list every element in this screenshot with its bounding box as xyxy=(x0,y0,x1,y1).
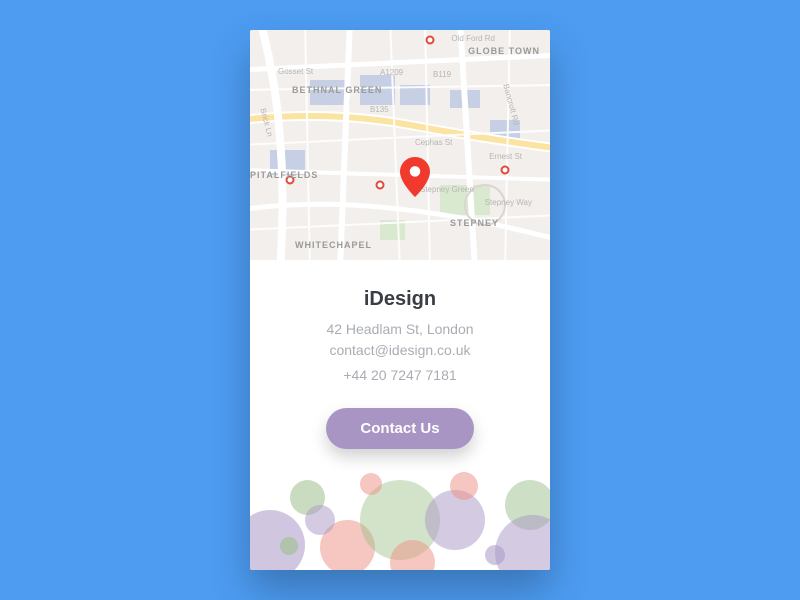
map-view[interactable]: BETHNAL GREEN GLOBE TOWN PITALFIELDS WHI… xyxy=(250,30,550,260)
road-label-b135: B135 xyxy=(370,105,389,114)
contact-us-button[interactable]: Contact Us xyxy=(326,408,473,449)
map-label-whitechapel: WHITECHAPEL xyxy=(295,240,372,250)
company-name: iDesign xyxy=(270,288,530,311)
road-label-old-ford: Old Ford Rd xyxy=(451,34,495,43)
road-label-gosset: Gosset St xyxy=(278,67,313,76)
map-label-spitalfields: PITALFIELDS xyxy=(250,170,318,180)
map-label-stepney: STEPNEY xyxy=(450,218,499,228)
road-label-stepney-way: Stepney Way xyxy=(485,198,532,207)
company-email: contact@idesign.co.uk xyxy=(270,340,530,361)
road-label-stepney-green: Stepney Green xyxy=(420,185,474,194)
bokeh-decoration xyxy=(250,440,550,570)
map-label-globe-town: GLOBE TOWN xyxy=(468,46,540,56)
contact-info: iDesign 42 Headlam St, London contact@id… xyxy=(250,260,550,570)
road-label-cephas: Cephas St xyxy=(415,138,452,147)
company-address: 42 Headlam St, London xyxy=(270,319,530,340)
contact-card: BETHNAL GREEN GLOBE TOWN PITALFIELDS WHI… xyxy=(250,30,550,570)
company-phone: +44 20 7247 7181 xyxy=(270,365,530,386)
road-label-a1209: A1209 xyxy=(380,68,403,77)
map-roads xyxy=(250,30,550,260)
map-label-bethnal-green: BETHNAL GREEN xyxy=(292,85,382,95)
road-label-ernest: Ernest St xyxy=(489,152,522,161)
road-label-b119: B119 xyxy=(433,70,451,79)
